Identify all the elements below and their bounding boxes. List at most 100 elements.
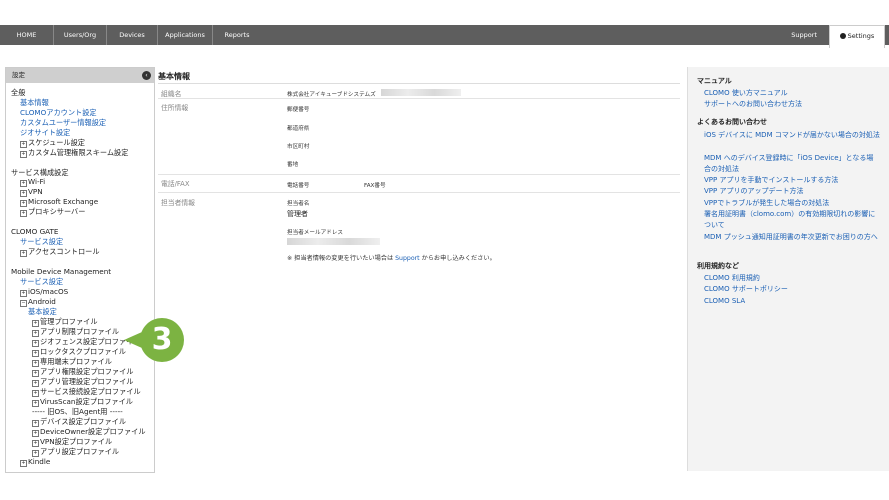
expand-icon[interactable]: + (32, 359, 39, 367)
expand-icon[interactable]: + (20, 140, 27, 148)
sidebar-item-schedule[interactable]: + スケジュール設定 (11, 138, 154, 148)
sidebar-item-profile[interactable]: + アプリ権限設定プロファイル (11, 367, 154, 377)
support-link[interactable]: Support (791, 25, 817, 46)
expand-icon[interactable]: + (32, 379, 39, 387)
tab-settings[interactable]: Settings (829, 25, 885, 48)
sidebar-item-wifi[interactable]: + Wi-Fi (11, 177, 154, 188)
faq-link[interactable]: VPP アプリのアップデート方法 (704, 186, 880, 197)
sidebar-item-ios-macos[interactable]: + iOS/macOS (11, 287, 154, 298)
postal-label: 郵便番号 (287, 107, 310, 113)
sidebar-item-vpn[interactable]: + VPN (11, 187, 154, 198)
section-service-config: サービス構成設定 (11, 167, 69, 177)
manual-link[interactable]: CLOMO 使い方マニュアル (704, 88, 880, 99)
terms-link[interactable]: CLOMO サポートポリシー (704, 284, 880, 295)
collapse-icon[interactable]: − (20, 300, 27, 308)
sidebar-item-profile[interactable]: + VPN設定プロファイル (11, 437, 154, 447)
terms-heading: 利用規約など (697, 262, 739, 270)
expand-icon[interactable]: + (32, 439, 39, 447)
contact-name-value: 管理者 (287, 210, 308, 218)
expand-icon[interactable]: + (32, 389, 39, 397)
top-nav: HOME Users/Org Devices Applications Repo… (0, 25, 889, 48)
terms-link[interactable]: CLOMO SLA (704, 296, 880, 307)
sidebar-item-profile[interactable]: + デバイス設定プロファイル (11, 417, 154, 427)
settings-label: Settings (847, 32, 875, 40)
sidebar-item-profile[interactable]: + VirusScan設定プロファイル (11, 397, 154, 407)
faq-link[interactable]: VPPでトラブルが発生した場合の対処法 (704, 198, 880, 209)
expand-icon[interactable]: + (32, 449, 39, 457)
terms-link[interactable]: CLOMO 利用規約 (704, 273, 880, 284)
sidebar-item-proxy[interactable]: + プロキシサーバー (11, 207, 154, 218)
collapse-sidebar-icon[interactable]: ‹ (142, 71, 151, 80)
expand-icon[interactable]: + (20, 150, 27, 158)
tab-reports[interactable]: Reports (213, 25, 261, 45)
tab-devices[interactable]: Devices (107, 25, 158, 45)
contact-name-label: 担当者名 (287, 201, 310, 207)
expand-icon[interactable]: + (32, 349, 39, 357)
sidebar-item-profile[interactable]: + 専用端末プロファイル (11, 357, 154, 367)
expand-icon[interactable]: + (20, 250, 27, 258)
sidebar-item-mdm-service[interactable]: サービス設定 (11, 277, 154, 287)
expand-icon[interactable]: + (20, 290, 27, 298)
expand-icon[interactable]: + (32, 429, 39, 437)
phone-label: 電話番号 (287, 183, 310, 189)
sidebar-item-geosite[interactable]: ジオサイト設定 (11, 128, 154, 138)
sidebar-item-access-control[interactable]: + アクセスコントロール (11, 247, 154, 258)
settings-icon (839, 33, 846, 39)
faq-link[interactable]: MDM へのデバイス登録時に「iOS Device」となる場合の対処法 (704, 153, 880, 174)
tab-users-org[interactable]: Users/Org (54, 25, 107, 45)
old-os-separator: ----- 旧OS、旧Agent用 ----- (32, 406, 123, 416)
sidebar-item-profile[interactable]: + 管理プロファイル (11, 317, 154, 327)
section-general: 全般 (11, 88, 26, 97)
expand-icon[interactable]: + (20, 180, 27, 188)
org-value: 株式会社アイキューブドシステムズ (287, 92, 376, 98)
sidebar-item-gate-service[interactable]: サービス設定 (11, 237, 154, 247)
sidebar-item-basic-info[interactable]: 基本情報 (11, 98, 154, 108)
manual-link[interactable]: サポートへのお問い合わせ方法 (704, 99, 880, 110)
sidebar-item-exchange[interactable]: + Microsoft Exchange (11, 197, 154, 208)
notice-support-link[interactable]: Support (395, 255, 419, 262)
sidebar-item-clomo-account[interactable]: CLOMOアカウント設定 (11, 108, 154, 118)
sidebar-item-profile[interactable]: + アプリ管理設定プロファイル (11, 377, 154, 387)
expand-icon[interactable]: + (32, 399, 39, 407)
row-divider (158, 98, 680, 99)
tab-home[interactable]: HOME (0, 25, 54, 45)
faq-link[interactable]: VPP アプリを手動でインストールする方法 (704, 175, 880, 186)
expand-icon[interactable]: + (32, 319, 39, 327)
expand-icon[interactable]: + (20, 200, 27, 208)
sidebar-item-custom-permission[interactable]: + カスタム管理権限スキーム設定 (11, 148, 154, 158)
sidebar-item-kindle[interactable]: + Kindle (11, 457, 154, 467)
phone-fax-label: 電話/FAX (161, 180, 190, 188)
expand-icon[interactable]: + (32, 339, 39, 347)
sidebar-item-android-basic[interactable]: 基本設定 (11, 307, 154, 317)
org-redacted (381, 89, 461, 96)
step-callout: 3 (140, 318, 184, 362)
title-divider (158, 83, 680, 84)
row-divider (158, 174, 680, 175)
contact-notice: ※ 担当者情報の変更を行いたい場合は Support からお申し込みください。 (287, 255, 496, 262)
fax-label: FAX番号 (364, 183, 386, 189)
faq-link[interactable]: 署名用証明書（clomo.com）の有効期限切れの影響について (704, 209, 880, 230)
sidebar-item-profile[interactable]: + ロックタスクプロファイル (11, 347, 154, 357)
prefecture-label: 都道府県 (287, 126, 310, 132)
expand-icon[interactable]: + (32, 329, 39, 337)
section-mdm: Mobile Device Management (11, 267, 112, 277)
sidebar-item-custom-user-info[interactable]: カスタムユーザー情報設定 (11, 118, 154, 128)
sidebar-item-android[interactable]: − Android (11, 297, 154, 308)
expand-icon[interactable]: + (20, 459, 27, 467)
section-clomo-gate: CLOMO GATE (11, 227, 59, 237)
sidebar-item-profile[interactable]: + サービス接続設定プロファイル (11, 387, 154, 397)
faq-link[interactable]: iOS デバイスに MDM コマンドが届かない場合の対処法 (704, 130, 880, 141)
city-label: 市区町村 (287, 144, 310, 150)
sidebar-item-profile[interactable]: + アプリ設定プロファイル (11, 447, 154, 457)
expand-icon[interactable]: + (20, 190, 27, 198)
page-title: 基本情報 (158, 72, 190, 81)
row-divider (158, 192, 680, 193)
org-label: 組織名 (161, 90, 182, 98)
street-label: 番地 (287, 162, 299, 168)
sidebar-item-profile[interactable]: + DeviceOwner設定プロファイル (11, 427, 154, 437)
expand-icon[interactable]: + (32, 419, 39, 427)
faq-link[interactable]: MDM プッシュ通知用証明書の年次更新でお困りの方へ (704, 232, 880, 243)
expand-icon[interactable]: + (32, 369, 39, 377)
expand-icon[interactable]: + (20, 210, 27, 218)
tab-applications[interactable]: Applications (158, 25, 213, 45)
